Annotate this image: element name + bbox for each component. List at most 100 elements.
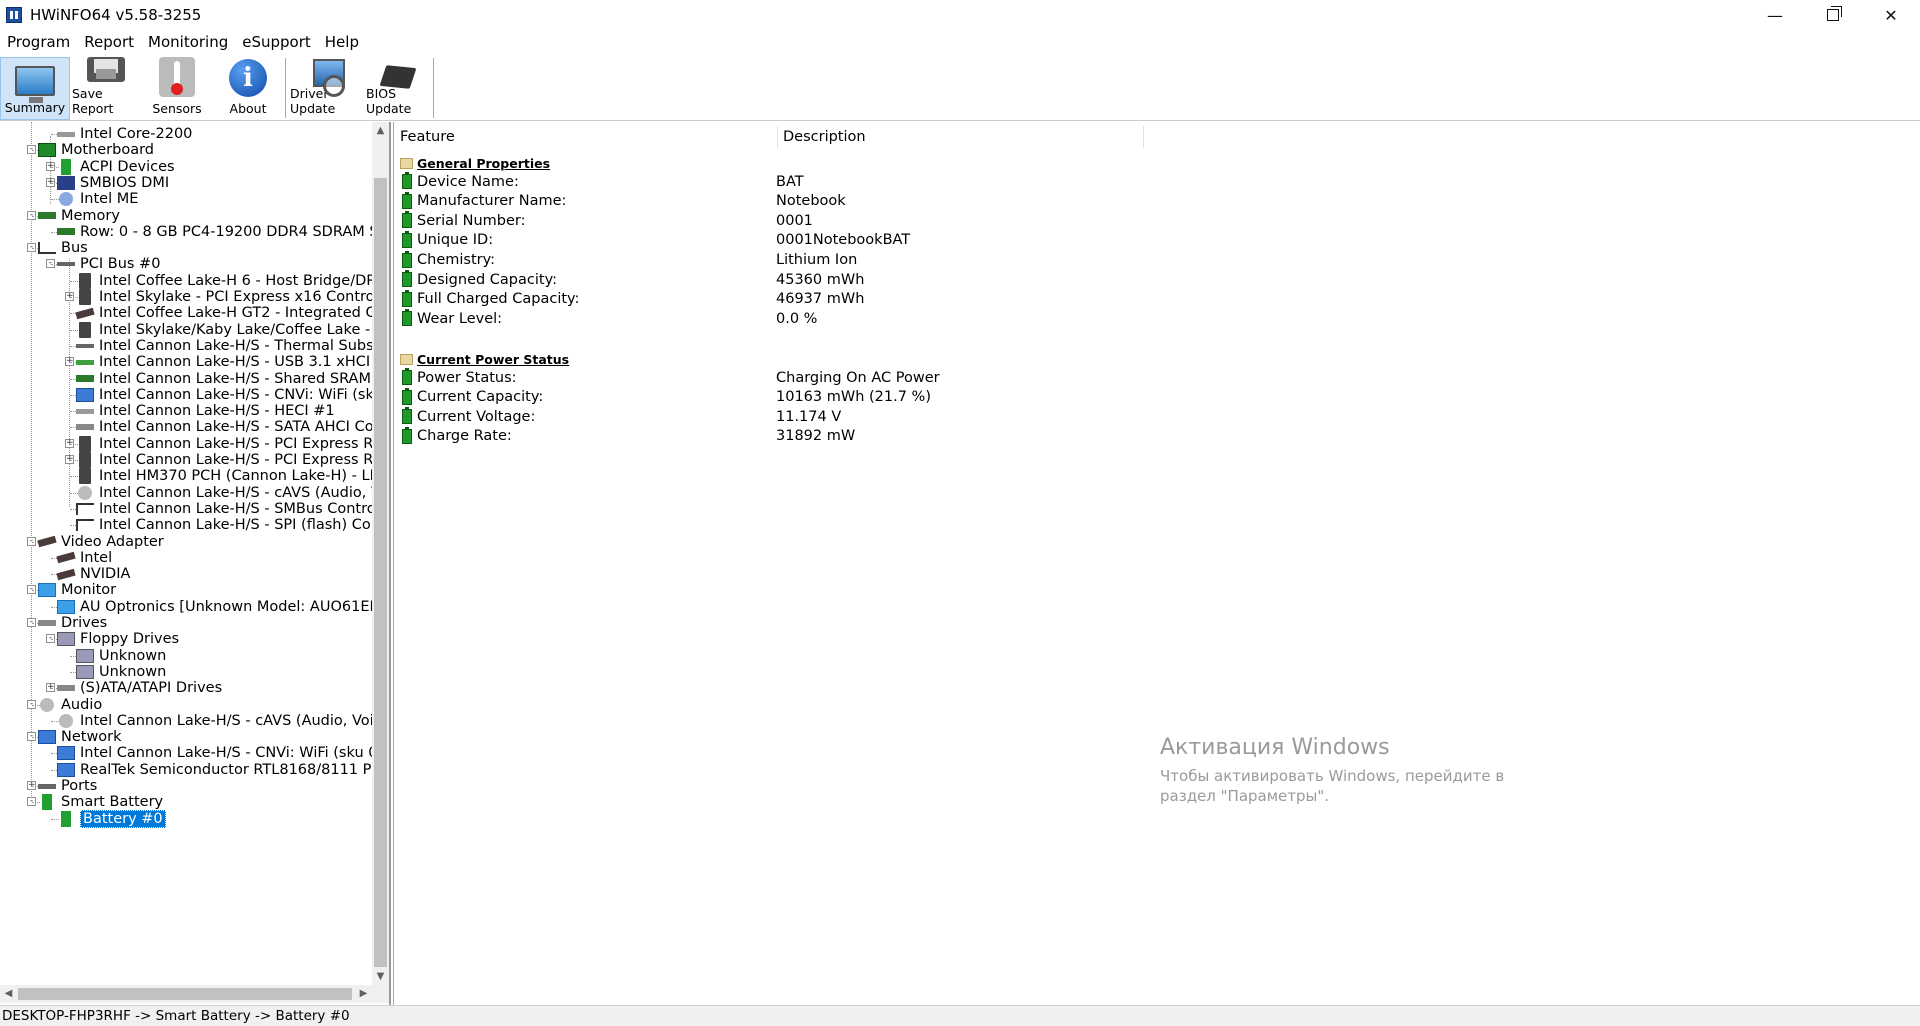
tree-horizontal-scrollbar[interactable]: ◀ ▶	[0, 985, 372, 1003]
maximize-button[interactable]	[1804, 0, 1862, 30]
scroll-corner	[372, 985, 389, 1003]
detail-row[interactable]: Serial Number: 0001	[400, 211, 1400, 231]
bus-icon	[38, 242, 56, 255]
audio-icon	[78, 485, 92, 500]
motherboard-icon	[38, 143, 56, 158]
description-value: Notebook	[776, 193, 846, 210]
gpu-icon	[37, 535, 57, 548]
watermark-title: Активация Windows	[1160, 735, 1390, 760]
detail-row[interactable]: Wear Level: 0.0 %	[400, 309, 1400, 329]
menu-help[interactable]: Help	[318, 30, 366, 54]
tree-item[interactable]: Battery #0	[57, 809, 166, 829]
title-bar: HWiNFO64 v5.58-3255 — ✕	[0, 0, 1920, 30]
minimize-icon: —	[1767, 5, 1783, 25]
menu-monitoring[interactable]: Monitoring	[141, 30, 235, 54]
scroll-down-icon[interactable]: ▼	[372, 968, 389, 985]
section-header: Current Power Status	[400, 349, 1400, 369]
detail-row[interactable]: Device Name: BAT	[400, 172, 1400, 192]
feature-label: Manufacturer Name:	[417, 193, 567, 210]
battery-icon	[402, 250, 412, 268]
smbus-icon	[76, 519, 94, 532]
close-button[interactable]: ✕	[1862, 0, 1920, 30]
detail-row[interactable]: Manufacturer Name: Notebook	[400, 191, 1400, 211]
tree-vertical-scrollbar[interactable]: ▲ ▼	[372, 122, 389, 985]
description-value: Charging On AC Power	[776, 369, 940, 386]
floppy-icon	[57, 632, 75, 647]
feature-label: Power Status:	[417, 369, 517, 386]
driver-search-icon	[307, 57, 347, 97]
sensors-button[interactable]: Sensors	[144, 57, 210, 120]
battery-icon	[61, 810, 71, 827]
ram-icon	[57, 228, 75, 236]
about-button[interactable]: i About	[214, 57, 282, 120]
battery-icon	[402, 387, 412, 405]
gpu-icon	[56, 568, 76, 580]
feature-label: Serial Number:	[417, 212, 526, 229]
description-value: 11.174 V	[776, 408, 842, 425]
detail-row[interactable]: Unique ID: 0001NotebookBAT	[400, 230, 1400, 250]
feature-cell: Charge Rate:	[400, 426, 776, 444]
tree-item[interactable]: Row: 0 - 8 GB PC4-19200 DDR4 SDRAM Samsu…	[57, 222, 372, 242]
detail-row[interactable]: Charge Rate: 31892 mW	[400, 426, 1400, 446]
feature-cell: Chemistry:	[400, 250, 776, 268]
drive-icon	[76, 424, 94, 431]
menu-bar: Program Report Monitoring eSupport Help	[0, 30, 1920, 54]
scrollbar-thumb[interactable]	[374, 178, 387, 967]
menu-esupport[interactable]: eSupport	[235, 30, 318, 54]
bios-chip-icon	[378, 57, 418, 82]
detail-row[interactable]: Power Status: Charging On AC Power	[400, 368, 1400, 388]
feature-label: Full Charged Capacity:	[417, 291, 580, 308]
thermometer-icon	[159, 57, 195, 97]
detail-row[interactable]: Chemistry: Lithium Ion	[400, 250, 1400, 270]
scrollbar-thumb[interactable]	[18, 988, 352, 1000]
device-tree-panel[interactable]: Intel Core-2200- Motherboard + ACPI Devices…	[0, 122, 391, 1005]
watermark-subtitle: Чтобы активировать Windows, перейдите в …	[1160, 767, 1505, 805]
detail-row[interactable]: Current Capacity: 10163 mWh (21.7 %)	[400, 387, 1400, 407]
tree-item[interactable]: RealTek Semiconductor RTL8168/8111 PCI-E…	[57, 760, 372, 780]
scroll-up-icon[interactable]: ▲	[372, 122, 389, 139]
monitor-icon	[15, 66, 55, 103]
column-header-description[interactable]: Description	[777, 126, 1143, 148]
detail-row[interactable]: Full Charged Capacity: 46937 mWh	[400, 289, 1400, 309]
sensors-label: Sensors	[152, 101, 202, 116]
cpu-icon	[57, 131, 75, 137]
pci-bus-icon	[57, 262, 75, 267]
feature-cell: Manufacturer Name:	[400, 191, 776, 210]
feature-label: Chemistry:	[417, 252, 496, 268]
tree-item-label: Battery #0	[80, 809, 166, 828]
scroll-left-icon[interactable]: ◀	[0, 985, 17, 1003]
detail-panel: Feature Description General Properties De…	[393, 122, 1920, 1005]
column-separator[interactable]	[1143, 126, 1144, 148]
detail-row[interactable]: Designed Capacity: 45360 mWh	[400, 270, 1400, 290]
menu-report[interactable]: Report	[77, 30, 141, 54]
description-value: Lithium Ion	[776, 252, 858, 268]
summary-button[interactable]: Summary	[0, 57, 70, 120]
driver-update-button[interactable]: Driver Update	[290, 57, 364, 120]
feature-cell: Wear Level:	[400, 309, 776, 327]
feature-label: Current Voltage:	[417, 408, 536, 425]
device-tree: Intel Core-2200- Motherboard + ACPI Devices…	[0, 122, 372, 985]
bios-update-button[interactable]: BIOS Update	[366, 57, 430, 120]
detail-row[interactable]: Current Voltage: 11.174 V	[400, 407, 1400, 427]
description-value: BAT	[776, 173, 804, 190]
description-value: 46937 mWh	[776, 291, 865, 308]
description-value: 0001	[776, 212, 813, 229]
tree-item-label: RealTek Semiconductor RTL8168/8111 PCI-E…	[80, 761, 372, 778]
scroll-right-icon[interactable]: ▶	[355, 985, 372, 1003]
feature-label: Device Name:	[417, 173, 519, 190]
battery-icon	[402, 368, 412, 386]
hwinfo-app-icon	[6, 7, 22, 23]
restore-icon	[1827, 6, 1842, 21]
windows-activation-watermark: Активация Windows Чтобы активировать Win…	[1160, 735, 1540, 806]
floppy-disk-icon	[87, 57, 125, 82]
feature-cell: Current Voltage:	[400, 407, 776, 425]
feature-cell: Unique ID:	[400, 230, 776, 248]
save-report-button[interactable]: Save Report	[72, 57, 140, 120]
menu-program[interactable]: Program	[0, 30, 77, 54]
column-header-feature[interactable]: Feature	[394, 126, 777, 148]
pci-bus-icon	[76, 343, 94, 348]
ram-icon	[76, 375, 94, 382]
battery-icon	[402, 230, 412, 248]
feature-label: Current Capacity:	[417, 389, 544, 406]
minimize-button[interactable]: —	[1746, 0, 1804, 30]
